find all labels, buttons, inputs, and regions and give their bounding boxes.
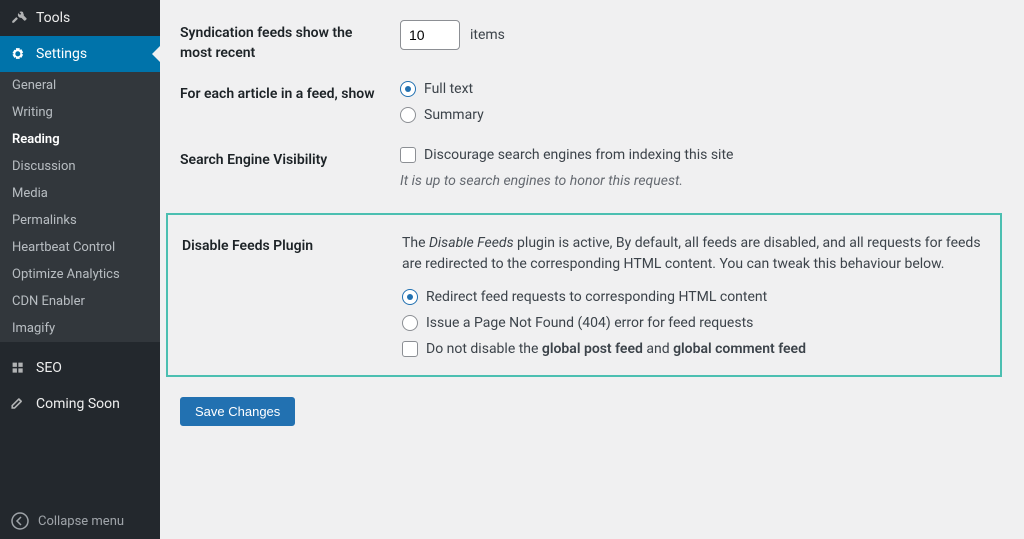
sub-item-imagify[interactable]: Imagify	[0, 315, 160, 342]
sub-item-general[interactable]: General	[0, 72, 160, 99]
coming-soon-icon	[8, 394, 28, 414]
disable-feeds-desc: The Disable Feeds plugin is active, By d…	[402, 233, 986, 275]
menu-label: Settings	[36, 46, 87, 62]
sidebar-item-coming-soon[interactable]: Coming Soon	[0, 386, 160, 422]
disable-feeds-section: Disable Feeds Plugin The Disable Feeds p…	[166, 213, 1002, 377]
checkbox-discourage[interactable]	[400, 147, 416, 163]
radio-label: Issue a Page Not Found (404) error for f…	[426, 315, 753, 331]
feed-count-input[interactable]	[400, 20, 460, 50]
seo-icon	[8, 358, 28, 378]
collapse-label: Collapse menu	[38, 514, 124, 529]
field-label: Disable Feeds Plugin	[182, 233, 402, 257]
field-label: Search Engine Visibility	[180, 147, 400, 171]
sub-item-writing[interactable]: Writing	[0, 99, 160, 126]
save-changes-button[interactable]: Save Changes	[180, 397, 295, 426]
sub-item-media[interactable]: Media	[0, 180, 160, 207]
admin-sidebar: Tools Settings General Writing Reading D…	[0, 0, 160, 539]
radio-full-text[interactable]	[400, 81, 416, 97]
radio-redirect[interactable]	[402, 289, 418, 305]
sub-item-heartbeat[interactable]: Heartbeat Control	[0, 234, 160, 261]
field-feed-show: For each article in a feed, show Full te…	[180, 81, 1004, 123]
settings-submenu: General Writing Reading Discussion Media…	[0, 72, 160, 342]
field-disable-feeds: Disable Feeds Plugin The Disable Feeds p…	[182, 233, 986, 357]
settings-content: Syndication feeds show the most recent i…	[160, 0, 1024, 539]
sub-item-reading[interactable]: Reading	[0, 126, 160, 153]
sub-item-permalinks[interactable]: Permalinks	[0, 207, 160, 234]
sub-item-optimize[interactable]: Optimize Analytics	[0, 261, 160, 288]
checkbox-label: Do not disable the global post feed and …	[426, 341, 806, 357]
menu-label: SEO	[36, 360, 62, 376]
radio-label: Redirect feed requests to corresponding …	[426, 289, 767, 305]
radio-label: Full text	[424, 81, 473, 97]
sidebar-item-tools[interactable]: Tools	[0, 0, 160, 36]
feed-count-suffix: items	[470, 27, 505, 43]
sub-item-cdn[interactable]: CDN Enabler	[0, 288, 160, 315]
radio-404[interactable]	[402, 315, 418, 331]
menu-label: Coming Soon	[36, 396, 120, 412]
sidebar-item-settings[interactable]: Settings	[0, 36, 160, 72]
sidebar-item-seo[interactable]: SEO	[0, 350, 160, 386]
radio-label: Summary	[424, 107, 484, 123]
field-label: For each article in a feed, show	[180, 81, 400, 105]
sub-item-discussion[interactable]: Discussion	[0, 153, 160, 180]
field-search-visibility: Search Engine Visibility Discourage sear…	[180, 147, 1004, 189]
collapse-menu[interactable]: Collapse menu	[0, 503, 160, 539]
radio-summary[interactable]	[400, 107, 416, 123]
search-visibility-desc: It is up to search engines to honor this…	[400, 173, 1004, 189]
menu-label: Tools	[36, 10, 70, 26]
settings-icon	[8, 44, 28, 64]
checkbox-global-feeds[interactable]	[402, 341, 418, 357]
field-label: Syndication feeds show the most recent	[180, 20, 400, 63]
tools-icon	[8, 8, 28, 28]
checkbox-label: Discourage search engines from indexing …	[424, 147, 733, 163]
field-feed-count: Syndication feeds show the most recent i…	[180, 20, 1004, 63]
collapse-icon	[10, 511, 30, 531]
